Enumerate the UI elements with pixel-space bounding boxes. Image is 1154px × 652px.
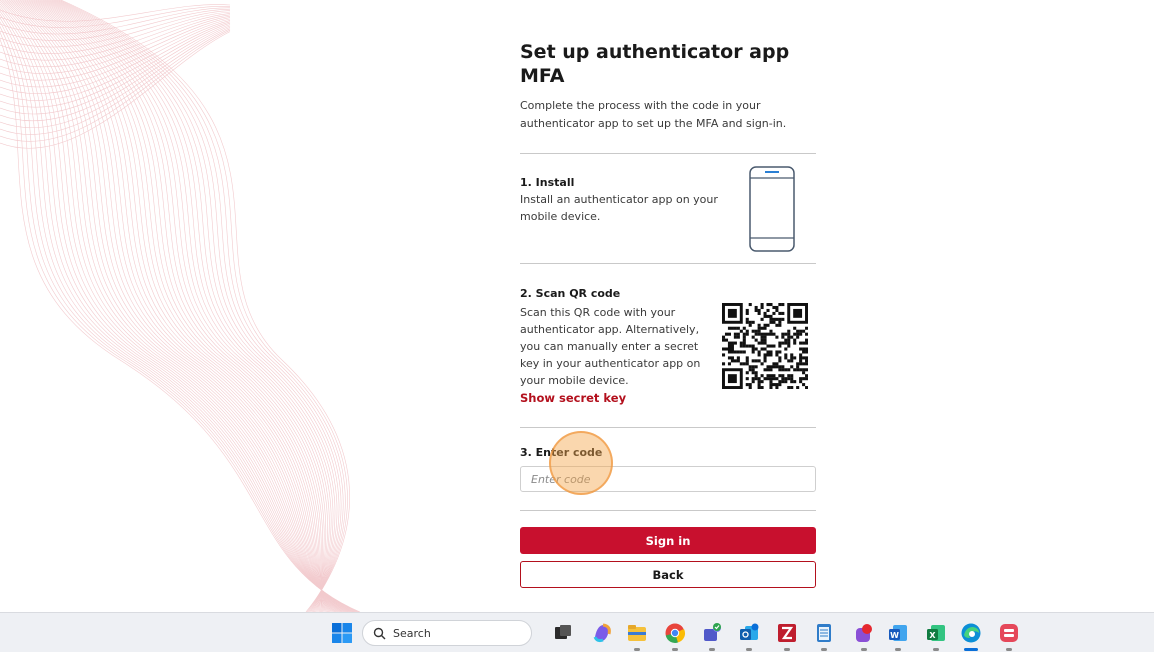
file-explorer-icon[interactable] bbox=[626, 622, 648, 644]
outlook-icon[interactable] bbox=[738, 622, 760, 644]
running-indicator bbox=[861, 648, 867, 651]
running-indicator bbox=[895, 648, 901, 651]
page-title: Set up authenticator app MFA bbox=[520, 41, 790, 87]
qr-code bbox=[722, 303, 808, 389]
search-icon bbox=[373, 627, 386, 640]
taskbar: Search W X bbox=[0, 612, 1154, 652]
copilot-icon[interactable] bbox=[591, 622, 613, 644]
divider bbox=[520, 263, 816, 264]
running-indicator bbox=[672, 648, 678, 651]
enter-code-input[interactable] bbox=[520, 466, 816, 492]
step-scan-title: 2. Scan QR code bbox=[520, 287, 621, 300]
step-install-text: Install an authenticator app on your mob… bbox=[520, 193, 718, 223]
app-icon[interactable] bbox=[853, 622, 875, 644]
taskbar-search[interactable]: Search bbox=[362, 620, 532, 646]
back-button[interactable]: Back bbox=[520, 561, 816, 588]
step-scan: 2. Scan QR code Scan this QR code with y… bbox=[520, 287, 720, 405]
sign-in-button[interactable]: Sign in bbox=[520, 527, 816, 554]
app-red-icon[interactable] bbox=[998, 622, 1020, 644]
excel-icon[interactable]: X bbox=[925, 622, 947, 644]
active-indicator bbox=[964, 648, 978, 651]
chrome-icon[interactable] bbox=[664, 622, 686, 644]
word-icon[interactable]: W bbox=[887, 622, 909, 644]
svg-text:X: X bbox=[929, 631, 936, 640]
start-icon[interactable] bbox=[331, 622, 353, 644]
page-subtitle: Complete the process with the code in yo… bbox=[520, 99, 787, 130]
running-indicator bbox=[709, 648, 715, 651]
step-enter-title: 3. Enter code bbox=[520, 446, 603, 459]
running-indicator bbox=[634, 648, 640, 651]
notepad-icon[interactable] bbox=[813, 622, 835, 644]
svg-text:W: W bbox=[890, 631, 899, 640]
step-scan-text: Scan this QR code with your authenticato… bbox=[520, 306, 701, 387]
divider bbox=[520, 153, 816, 154]
running-indicator bbox=[821, 648, 827, 651]
edge-icon[interactable] bbox=[960, 622, 982, 644]
step-install-title: 1. Install bbox=[520, 176, 575, 189]
teams-icon[interactable] bbox=[701, 622, 723, 644]
step-install: 1. Install Install an authenticator app … bbox=[520, 176, 720, 225]
divider bbox=[520, 427, 816, 428]
task-view-icon[interactable] bbox=[552, 622, 574, 644]
mfa-setup-panel: Set up authenticator app MFA Complete th… bbox=[520, 40, 816, 133]
show-secret-key-link[interactable]: Show secret key bbox=[520, 391, 720, 405]
running-indicator bbox=[784, 648, 790, 651]
phone-icon bbox=[749, 166, 795, 252]
running-indicator bbox=[1006, 648, 1012, 651]
filezilla-icon[interactable] bbox=[776, 622, 798, 644]
search-label: Search bbox=[393, 627, 431, 640]
running-indicator bbox=[933, 648, 939, 651]
divider bbox=[520, 510, 816, 511]
running-indicator bbox=[746, 648, 752, 651]
